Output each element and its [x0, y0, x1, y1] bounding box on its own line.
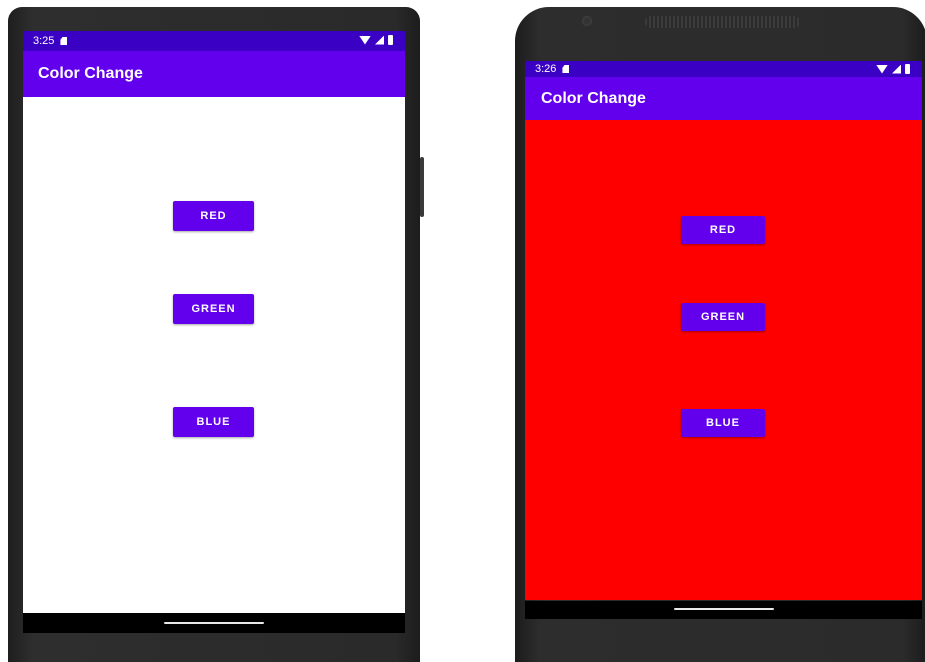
battery-icon [388, 35, 393, 45]
blue-button[interactable]: BLUE [681, 409, 765, 437]
signal-icon [375, 35, 384, 45]
home-handle-icon[interactable] [164, 622, 264, 624]
red-button[interactable]: RED [173, 201, 254, 231]
status-bar: 3:26 [525, 61, 922, 77]
red-button[interactable]: RED [681, 216, 765, 244]
blue-button[interactable]: BLUE [173, 407, 254, 437]
camera-icon [582, 16, 592, 26]
phone-after: 3:26 Color Change RED GREEN BLUE [515, 7, 925, 662]
content-area: RED GREEN BLUE [23, 97, 405, 613]
app-bar: Color Change [525, 77, 922, 120]
signal-icon [892, 64, 901, 74]
wifi-icon [359, 35, 371, 45]
battery-icon [905, 64, 910, 74]
sd-card-icon [562, 65, 570, 73]
screen-after: 3:26 Color Change RED GREEN BLUE [525, 61, 922, 619]
phone-before: 3:25 Color Change RED GREEN BLUE [8, 7, 424, 662]
status-bar: 3:25 [23, 31, 405, 51]
content-area: RED GREEN BLUE [525, 120, 922, 600]
wifi-icon [876, 64, 888, 74]
green-button[interactable]: GREEN [681, 303, 765, 331]
app-title: Color Change [38, 65, 143, 82]
home-handle-icon[interactable] [673, 608, 774, 610]
green-button[interactable]: GREEN [173, 294, 254, 324]
app-bar: Color Change [23, 51, 405, 97]
speaker-grille [645, 16, 800, 28]
volume-button [420, 157, 424, 217]
status-time: 3:25 [33, 35, 55, 47]
screen-before: 3:25 Color Change RED GREEN BLUE [23, 31, 405, 633]
app-title: Color Change [541, 89, 646, 107]
navigation-bar [525, 601, 922, 619]
sd-card-icon [60, 37, 68, 45]
navigation-bar [23, 613, 405, 633]
status-time: 3:26 [535, 63, 557, 75]
